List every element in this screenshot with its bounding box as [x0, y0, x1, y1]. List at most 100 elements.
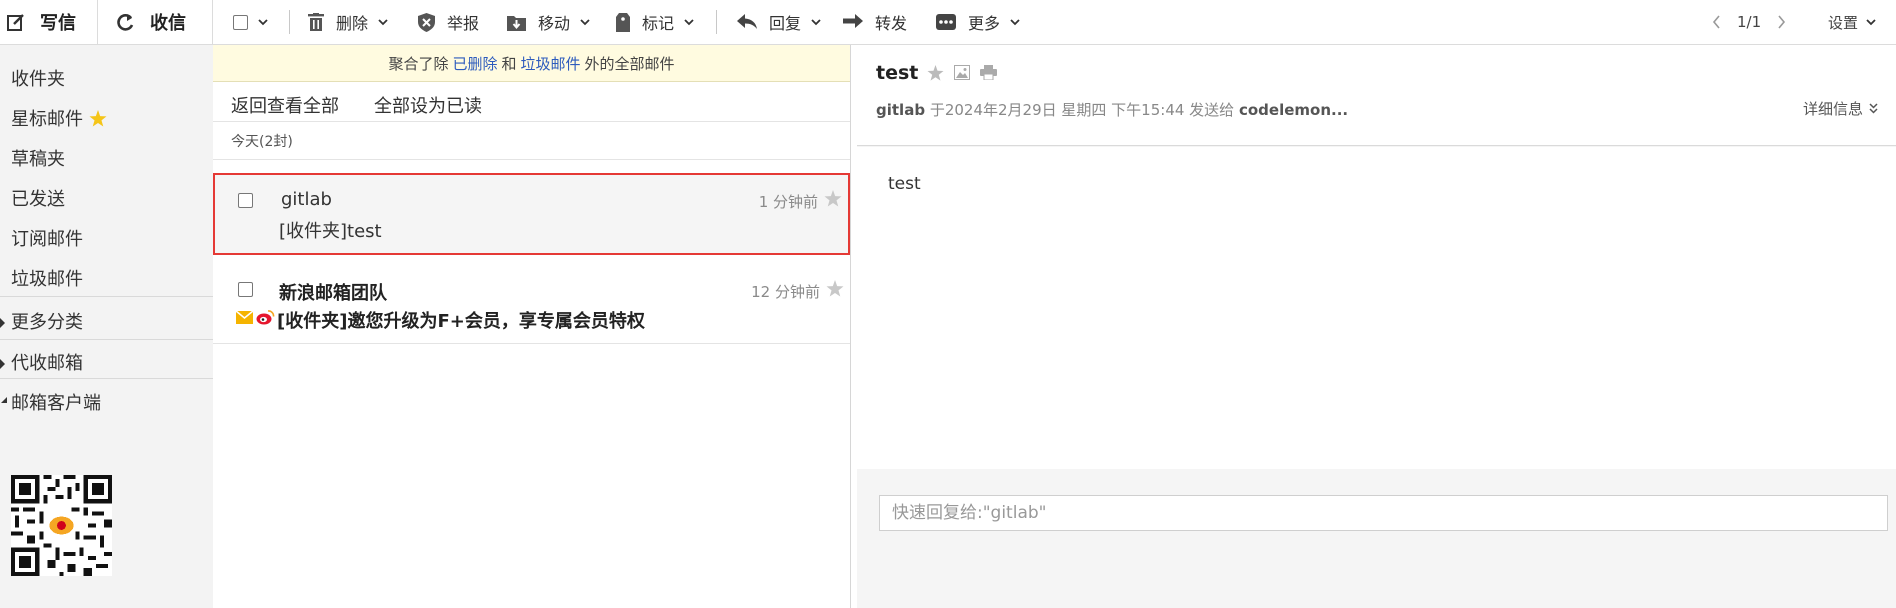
top-toolbar: 写信 收信 删除 举报 移动 标记 回复 转发 更多 1/1 设置 [0, 0, 1896, 45]
chevron-down-icon [580, 19, 590, 26]
message-tools [927, 65, 997, 81]
print-icon[interactable] [980, 65, 997, 80]
delete-button[interactable]: 删除 [308, 0, 388, 44]
message-subject: test [876, 62, 919, 84]
weibo-icon [256, 310, 275, 325]
star-icon [89, 110, 107, 127]
mail-subject: [收件夹]test [279, 221, 382, 242]
sidebar-item-label: 垃圾邮件 [11, 269, 83, 290]
message-sent-text: 于2024年2月29日 星期四 下午15:44 发送给 [929, 101, 1235, 119]
sidebar-item-sent[interactable]: 已发送 [11, 185, 65, 211]
notice-text: 聚合了除 [388, 54, 449, 73]
sidebar-item-label: 邮箱客户端 [11, 393, 101, 414]
mail-row[interactable]: 新浪邮箱团队 [收件夹]邀您升级为F+会员，享专属会员特权 12 分钟前 [213, 262, 850, 344]
details-label: 详细信息 [1802, 100, 1863, 118]
move-button[interactable]: 移动 [507, 0, 590, 44]
caret-down-icon [1, 397, 7, 403]
sidebar-proxy-mailbox[interactable]: 代收邮箱 [11, 349, 83, 375]
double-chevron-down-icon [1869, 103, 1878, 114]
trash-icon [308, 13, 324, 31]
select-all-dropdown[interactable] [233, 0, 268, 44]
aggregation-notice: 聚合了除 已删除 和 垃圾邮件 外的全部邮件 [213, 45, 850, 82]
sidebar-more-categories[interactable]: 更多分类 [11, 308, 83, 334]
image-icon[interactable] [954, 65, 970, 80]
caret-right-icon [0, 359, 5, 369]
back-to-all-link[interactable]: 返回查看全部 [231, 92, 339, 118]
sidebar-item-label: 已发送 [11, 189, 65, 210]
day-section-label: 今天(2封) [231, 134, 293, 150]
mark-label: 标记 [642, 14, 675, 33]
chevron-down-icon [378, 19, 388, 26]
sidebar-item-label: 草稿夹 [11, 149, 65, 170]
mail-checkbox[interactable] [238, 193, 253, 208]
settings-label: 设置 [1828, 13, 1859, 32]
qr-code-image [11, 475, 112, 576]
report-button[interactable]: 举报 [418, 0, 479, 44]
message-sender[interactable]: gitlab [876, 101, 925, 119]
forward-arrow-icon [843, 14, 863, 28]
chevron-down-icon [811, 19, 821, 26]
quick-reply-input[interactable] [879, 495, 1888, 531]
chevron-down-icon [258, 19, 268, 26]
sidebar-item-label: 订阅邮件 [11, 229, 83, 250]
reply-label: 回复 [769, 14, 802, 33]
toolbar-divider [716, 10, 717, 34]
move-folder-icon [507, 15, 526, 31]
mark-all-read-link[interactable]: 全部设为已读 [374, 92, 482, 118]
star-icon[interactable] [824, 190, 842, 207]
message-body-text: test [888, 174, 921, 194]
mail-divider [213, 343, 850, 344]
settings-button[interactable]: 设置 [1828, 0, 1876, 44]
mail-list-pane: 聚合了除 已删除 和 垃圾邮件 外的全部邮件 返回查看全部 全部设为已读 今天(… [213, 45, 851, 608]
select-all-checkbox[interactable] [233, 14, 248, 30]
compose-label: 写信 [40, 13, 76, 34]
sidebar-divider [0, 339, 213, 340]
receive-button[interactable]: 收信 [97, 0, 213, 44]
delete-label: 删除 [336, 14, 369, 33]
spam-link[interactable]: 垃圾邮件 [521, 53, 581, 74]
mail-time: 1 分钟前 [758, 193, 818, 211]
message-recipient[interactable]: codelemon... [1239, 101, 1348, 119]
compose-icon [7, 14, 24, 31]
more-dots-icon [936, 14, 956, 30]
message-body: test [857, 147, 1896, 469]
notice-text: 外的全部邮件 [584, 54, 675, 73]
more-button[interactable]: 更多 [936, 0, 1020, 44]
sidebar-divider [0, 378, 213, 379]
sidebar-divider [0, 296, 213, 297]
sidebar-item-starred[interactable]: 星标邮件 [11, 105, 107, 131]
mail-sender: gitlab [281, 189, 332, 210]
star-icon[interactable] [826, 280, 844, 297]
sidebar-item-label: 代收邮箱 [11, 353, 83, 374]
mail-subject: [收件夹]邀您升级为F+会员，享专属会员特权 [277, 311, 645, 332]
mail-checkbox[interactable] [238, 282, 253, 297]
sidebar-item-label: 收件夹 [11, 69, 65, 90]
sidebar-item-inbox[interactable]: 收件夹 [11, 65, 65, 91]
compose-button[interactable]: 写信 [0, 0, 97, 44]
pager: 1/1 [1712, 0, 1786, 44]
sidebar: 收件夹 星标邮件 草稿夹 已发送 订阅邮件 垃圾邮件 更多分类 代收邮箱 邮箱客… [0, 45, 213, 608]
details-toggle[interactable]: 详细信息 [1803, 98, 1878, 119]
mark-button[interactable]: 标记 [616, 0, 694, 44]
mail-row-selected[interactable]: gitlab [收件夹]test 1 分钟前 [213, 173, 850, 255]
deleted-link[interactable]: 已删除 [452, 53, 497, 74]
reply-arrow-icon [737, 14, 757, 29]
forward-button[interactable]: 转发 [843, 0, 907, 44]
caret-right-icon [0, 318, 5, 328]
sidebar-item-drafts[interactable]: 草稿夹 [11, 145, 65, 171]
chevron-right-icon[interactable] [1777, 15, 1786, 29]
envelope-icon [236, 311, 253, 324]
sidebar-item-subscriptions[interactable]: 订阅邮件 [11, 225, 83, 251]
reply-button[interactable]: 回复 [737, 0, 821, 44]
move-label: 移动 [538, 14, 571, 33]
pager-label: 1/1 [1737, 13, 1762, 31]
chevron-left-icon[interactable] [1712, 15, 1721, 29]
more-label: 更多 [968, 14, 1001, 33]
day-section-header: 今天(2封) [213, 123, 850, 160]
reading-pane: test gitlab 于2024年2月29日 星期四 下午15:44 发送给 … [857, 45, 1896, 608]
sidebar-item-spam[interactable]: 垃圾邮件 [11, 265, 83, 291]
chevron-down-icon [1866, 19, 1876, 26]
star-icon[interactable] [927, 65, 944, 81]
toolbar-divider [289, 10, 290, 34]
sidebar-mail-client[interactable]: 邮箱客户端 [11, 389, 101, 415]
